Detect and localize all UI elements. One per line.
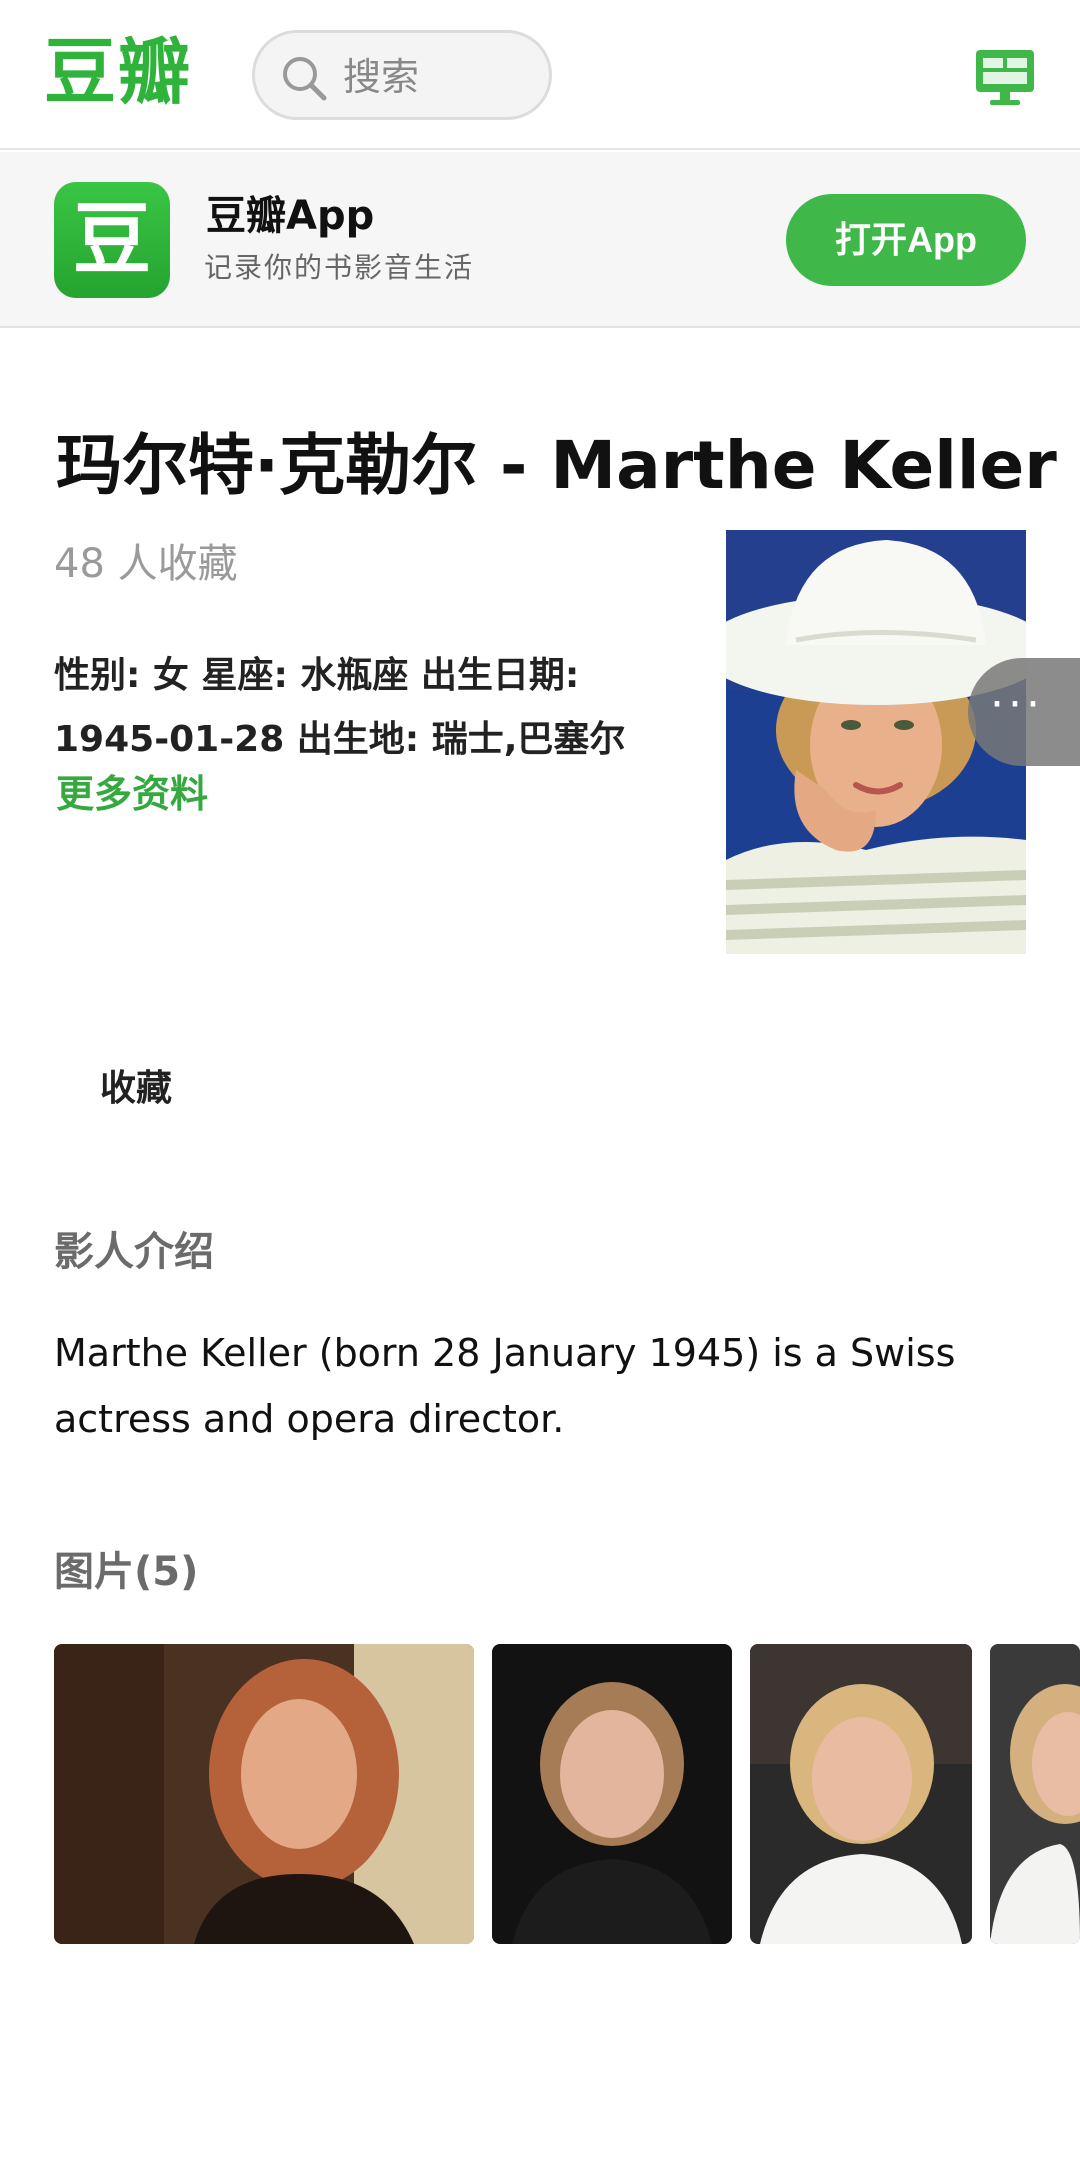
app-name: 豆瓣App: [206, 193, 375, 239]
app-icon-char: 豆: [72, 195, 151, 285]
photo-item[interactable]: [54, 1644, 474, 1944]
photo-image: [492, 1644, 732, 1944]
info-line-1: 性别: 女 星座: 水瓶座 出生日期:: [54, 655, 580, 696]
top-header: 豆瓣 搜索: [0, 0, 1080, 150]
photos-heading[interactable]: 图片(5): [54, 1546, 198, 1598]
more-info-link[interactable]: 更多资料: [56, 770, 208, 818]
search-icon: [283, 57, 327, 101]
photo-item[interactable]: [750, 1644, 972, 1944]
search-placeholder: 搜索: [343, 55, 420, 99]
photo-item[interactable]: [492, 1644, 732, 1944]
photo-strip[interactable]: [54, 1644, 1080, 1944]
desktop-icon[interactable]: [974, 48, 1036, 106]
collect-button[interactable]: 收藏: [100, 1064, 172, 1112]
more-options-button[interactable]: ···: [968, 658, 1080, 766]
page-title: 玛尔特·克勒尔 - Marthe Keller: [56, 427, 1057, 504]
intro-text: Marthe Keller (born 28 January 1945) is …: [54, 1331, 956, 1441]
photo-image: [990, 1644, 1080, 1944]
photo-image: [750, 1644, 972, 1944]
collect-count: 48 人收藏: [54, 541, 238, 587]
info-line-2: 1945-01-28 出生地: 瑞士,巴塞尔: [54, 719, 626, 760]
douban-logo[interactable]: 豆瓣: [44, 36, 192, 108]
photo-image: [54, 1644, 474, 1944]
celebrity-info: 性别: 女 星座: 水瓶座 出生日期: 1945-01-28 出生地: 瑞士,巴…: [54, 644, 674, 772]
douban-app-icon: 豆: [54, 182, 170, 298]
more-dots-icon: ···: [990, 679, 1044, 730]
app-slogan: 记录你的书影音生活: [204, 251, 475, 284]
photo-item[interactable]: [990, 1644, 1080, 1944]
app-download-banner: 豆 豆瓣App 记录你的书影音生活 打开App: [0, 152, 1080, 328]
search-box[interactable]: 搜索: [252, 30, 552, 120]
open-app-button[interactable]: 打开App: [786, 194, 1026, 286]
intro-heading: 影人介绍: [54, 1229, 214, 1275]
